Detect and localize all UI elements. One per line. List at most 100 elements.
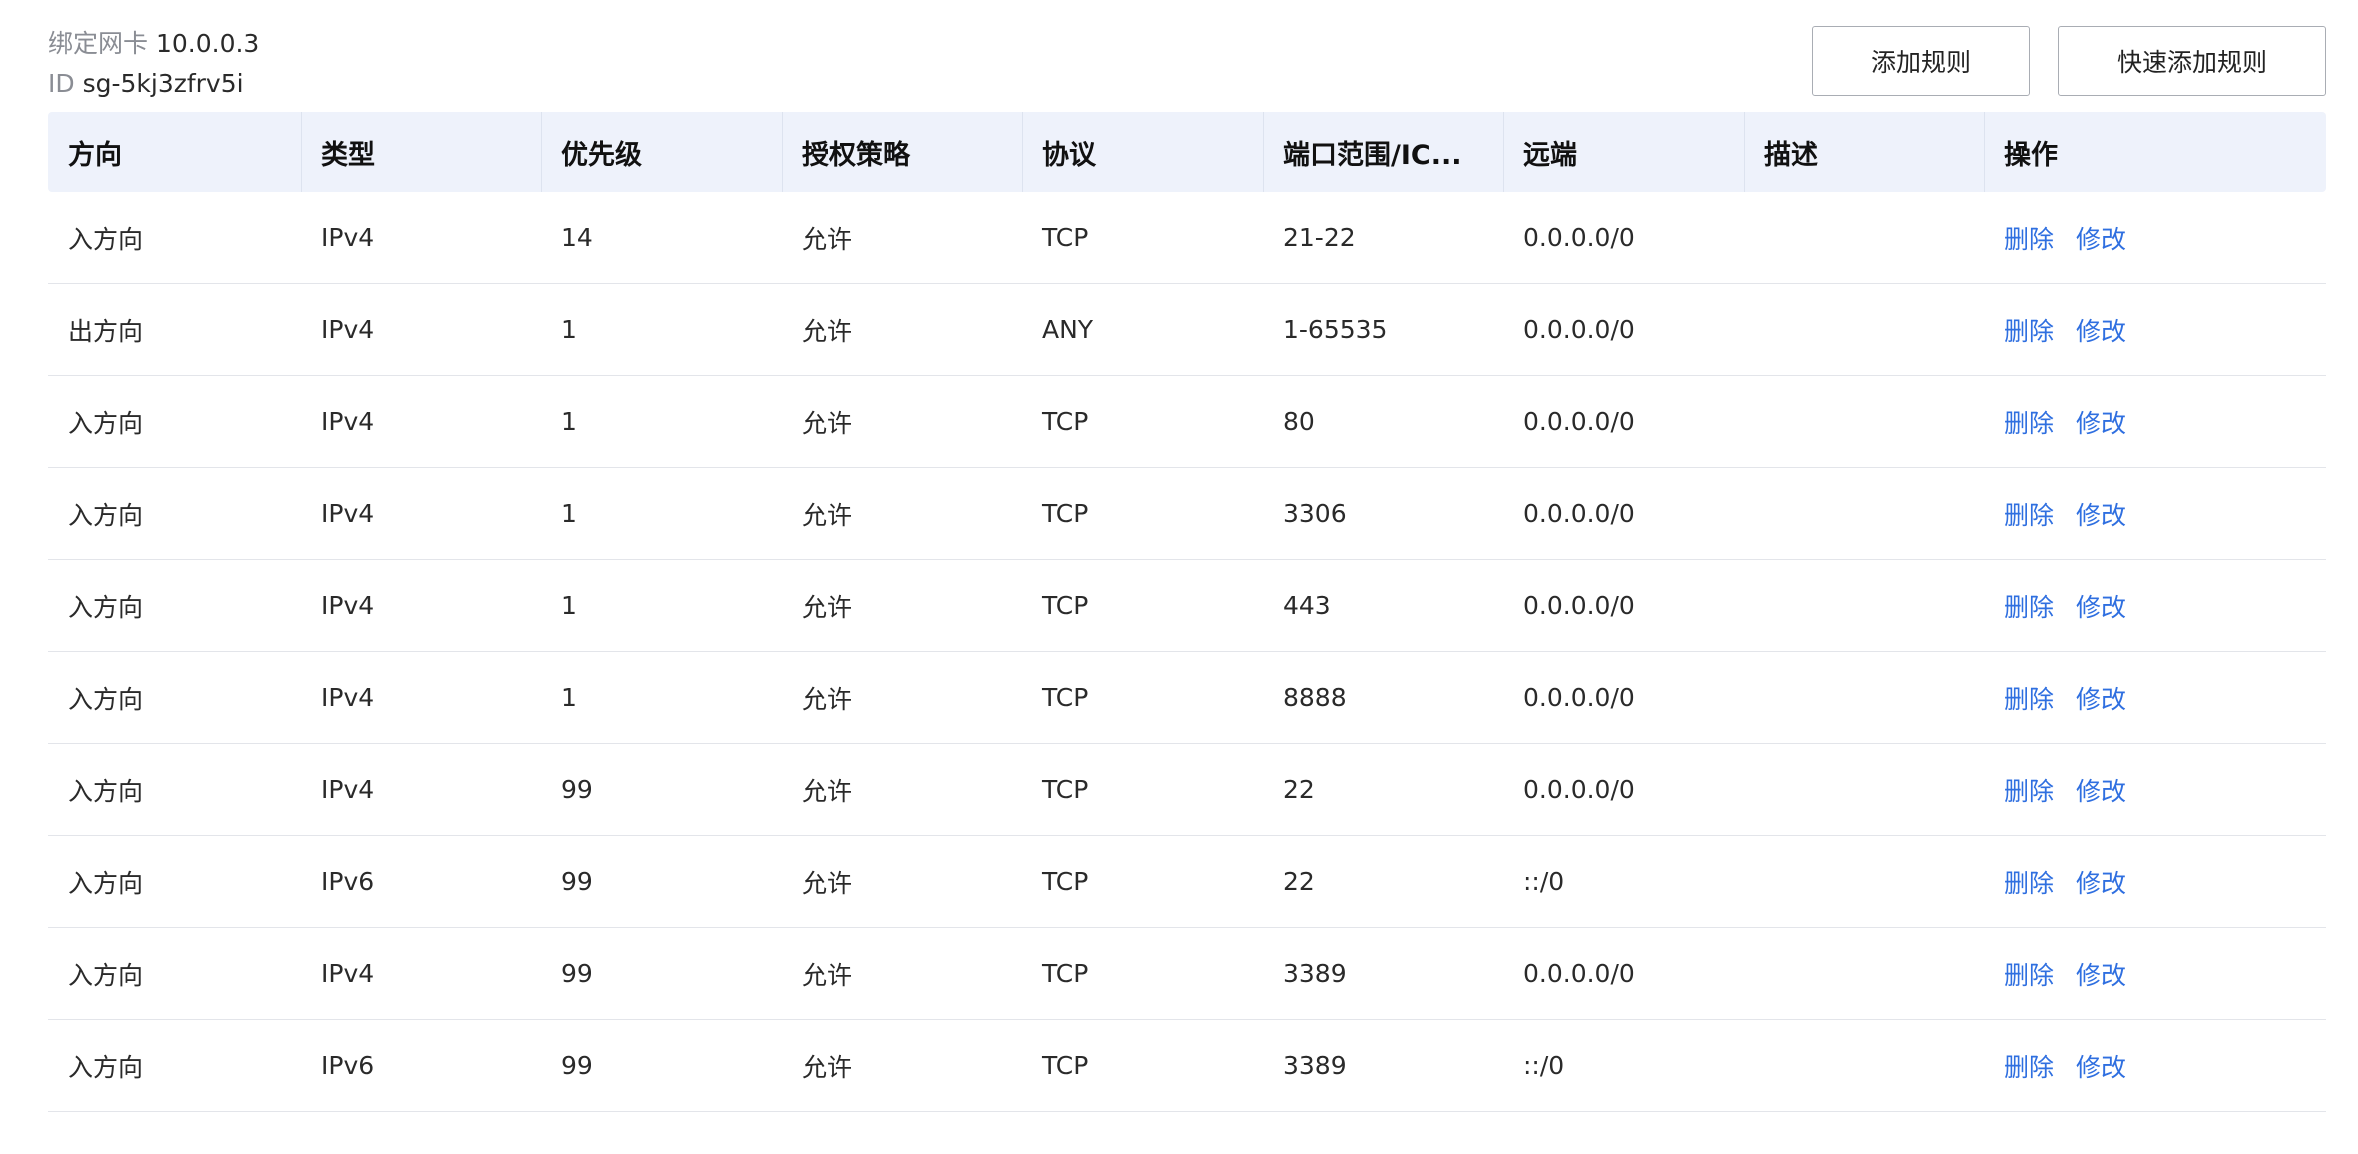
cell-description: [1744, 467, 1984, 560]
cell-priority: 1: [541, 559, 782, 652]
cell-port-range: 443: [1263, 559, 1503, 652]
cell-policy: 允许: [782, 651, 1022, 744]
cell-port-range: 3306: [1263, 467, 1503, 560]
cell-remote: 0.0.0.0/0: [1503, 559, 1744, 652]
delete-link[interactable]: 删除: [2004, 593, 2054, 622]
cell-priority: 99: [541, 835, 782, 928]
add-rule-button[interactable]: 添加规则: [1812, 26, 2030, 96]
cell-type: IPv4: [301, 743, 541, 836]
column-header-port-range: 端口范围/IC...: [1263, 112, 1503, 192]
delete-link[interactable]: 删除: [2004, 777, 2054, 806]
delete-link[interactable]: 删除: [2004, 225, 2054, 254]
cell-port-range: 22: [1263, 743, 1503, 836]
edit-link[interactable]: 修改: [2076, 961, 2126, 990]
cell-priority: 1: [541, 283, 782, 376]
cell-actions: 删除 修改: [1984, 467, 2326, 560]
cell-type: IPv6: [301, 1019, 541, 1112]
cell-remote: 0.0.0.0/0: [1503, 743, 1744, 836]
cell-port-range: 8888: [1263, 651, 1503, 744]
cell-remote: 0.0.0.0/0: [1503, 927, 1744, 1020]
cell-actions: 删除 修改: [1984, 559, 2326, 652]
column-header-actions: 操作: [1984, 112, 2326, 192]
edit-link[interactable]: 修改: [2076, 225, 2126, 254]
cell-remote: ::/0: [1503, 1019, 1744, 1112]
cell-direction: 入方向: [48, 1019, 301, 1112]
cell-actions: 删除 修改: [1984, 651, 2326, 744]
cell-protocol: TCP: [1022, 559, 1263, 652]
cell-direction: 出方向: [48, 283, 301, 376]
column-header-protocol: 协议: [1022, 112, 1263, 192]
column-header-priority: 优先级: [541, 112, 782, 192]
edit-link[interactable]: 修改: [2076, 593, 2126, 622]
cell-description: [1744, 192, 1984, 284]
cell-port-range: 3389: [1263, 927, 1503, 1020]
cell-port-range: 22: [1263, 835, 1503, 928]
cell-policy: 允许: [782, 559, 1022, 652]
cell-protocol: ANY: [1022, 283, 1263, 376]
delete-link[interactable]: 删除: [2004, 869, 2054, 898]
cell-description: [1744, 651, 1984, 744]
cell-protocol: TCP: [1022, 467, 1263, 560]
edit-link[interactable]: 修改: [2076, 869, 2126, 898]
cell-protocol: TCP: [1022, 927, 1263, 1020]
cell-direction: 入方向: [48, 927, 301, 1020]
nic-label: 绑定网卡: [48, 29, 149, 58]
table-header-row: 方向 类型 优先级 授权策略 协议 端口范围/IC... 远端 描述 操作: [48, 112, 2326, 192]
delete-link[interactable]: 删除: [2004, 409, 2054, 438]
cell-direction: 入方向: [48, 559, 301, 652]
cell-policy: 允许: [782, 927, 1022, 1020]
delete-link[interactable]: 删除: [2004, 501, 2054, 530]
cell-description: [1744, 375, 1984, 468]
cell-protocol: TCP: [1022, 743, 1263, 836]
id-value: sg-5kj3zfrv5i: [82, 69, 244, 98]
quick-add-rule-button[interactable]: 快速添加规则: [2058, 26, 2326, 96]
delete-link[interactable]: 删除: [2004, 317, 2054, 346]
edit-link[interactable]: 修改: [2076, 501, 2126, 530]
table-row: 入方向 IPv6 99 允许 TCP 22 ::/0 删除 修改: [48, 835, 2326, 928]
cell-actions: 删除 修改: [1984, 835, 2326, 928]
nic-line: 绑定网卡 10.0.0.3: [48, 24, 259, 64]
cell-direction: 入方向: [48, 743, 301, 836]
cell-actions: 删除 修改: [1984, 1019, 2326, 1112]
cell-type: IPv4: [301, 283, 541, 376]
id-label: ID: [48, 69, 75, 98]
security-group-info: 绑定网卡 10.0.0.3 ID sg-5kj3zfrv5i: [48, 24, 259, 104]
cell-protocol: TCP: [1022, 835, 1263, 928]
cell-policy: 允许: [782, 1019, 1022, 1112]
cell-priority: 1: [541, 375, 782, 468]
cell-direction: 入方向: [48, 192, 301, 284]
cell-port-range: 3389: [1263, 1019, 1503, 1112]
delete-link[interactable]: 删除: [2004, 685, 2054, 714]
delete-link[interactable]: 删除: [2004, 1053, 2054, 1082]
cell-type: IPv4: [301, 559, 541, 652]
cell-protocol: TCP: [1022, 192, 1263, 284]
cell-remote: 0.0.0.0/0: [1503, 192, 1744, 284]
cell-remote: 0.0.0.0/0: [1503, 467, 1744, 560]
cell-priority: 1: [541, 467, 782, 560]
cell-remote: 0.0.0.0/0: [1503, 283, 1744, 376]
cell-protocol: TCP: [1022, 651, 1263, 744]
edit-link[interactable]: 修改: [2076, 317, 2126, 346]
edit-link[interactable]: 修改: [2076, 1053, 2126, 1082]
cell-description: [1744, 1019, 1984, 1112]
cell-remote: 0.0.0.0/0: [1503, 651, 1744, 744]
cell-description: [1744, 927, 1984, 1020]
cell-remote: 0.0.0.0/0: [1503, 375, 1744, 468]
column-header-policy: 授权策略: [782, 112, 1022, 192]
cell-description: [1744, 559, 1984, 652]
cell-priority: 1: [541, 651, 782, 744]
edit-link[interactable]: 修改: [2076, 685, 2126, 714]
cell-type: IPv6: [301, 835, 541, 928]
cell-description: [1744, 283, 1984, 376]
table-row: 入方向 IPv4 1 允许 TCP 3306 0.0.0.0/0 删除 修改: [48, 467, 2326, 560]
cell-protocol: TCP: [1022, 1019, 1263, 1112]
edit-link[interactable]: 修改: [2076, 409, 2126, 438]
rules-table: 方向 类型 优先级 授权策略 协议 端口范围/IC... 远端 描述 操作 入方…: [48, 112, 2326, 1112]
cell-actions: 删除 修改: [1984, 743, 2326, 836]
cell-actions: 删除 修改: [1984, 375, 2326, 468]
delete-link[interactable]: 删除: [2004, 961, 2054, 990]
cell-actions: 删除 修改: [1984, 927, 2326, 1020]
cell-remote: ::/0: [1503, 835, 1744, 928]
edit-link[interactable]: 修改: [2076, 777, 2126, 806]
column-header-description: 描述: [1744, 112, 1984, 192]
